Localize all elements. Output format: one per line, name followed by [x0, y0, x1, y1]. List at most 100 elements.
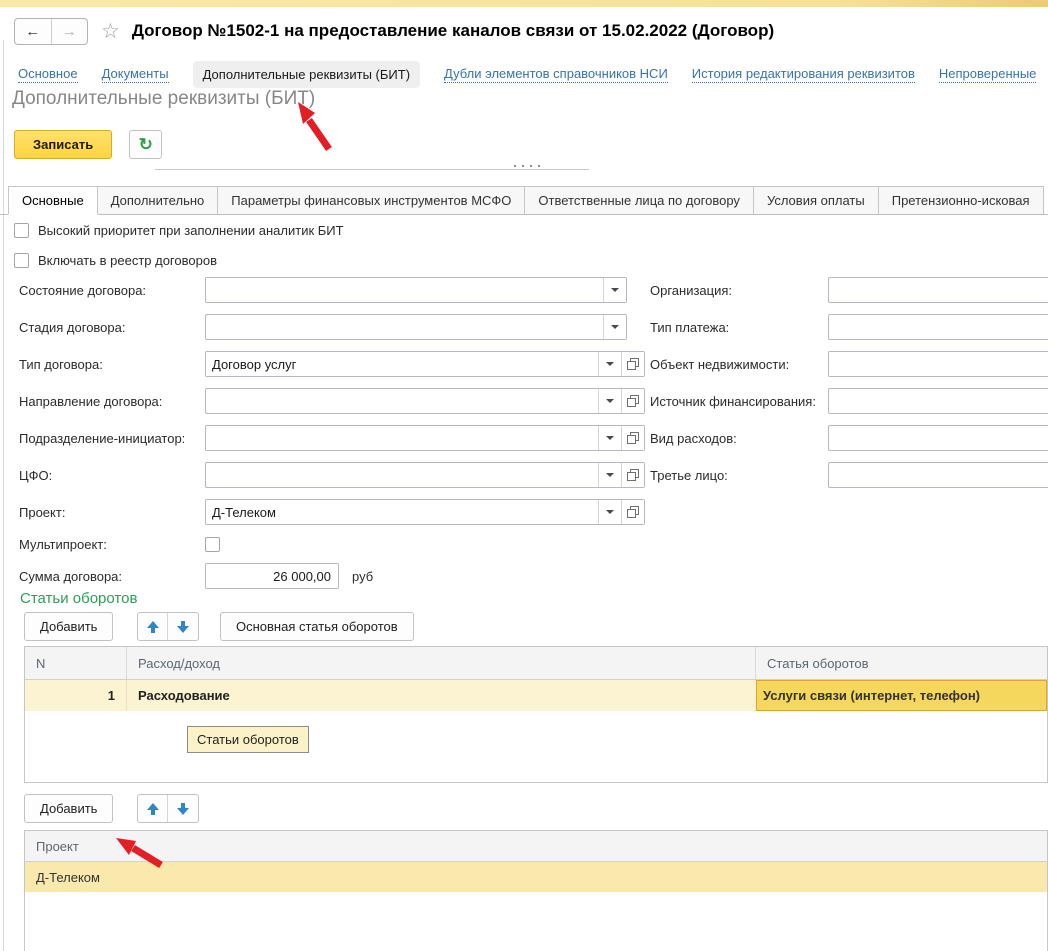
field-row-vid-rashodov: Вид расходов: — [650, 425, 1048, 451]
field-label: Источник финансирования: — [650, 394, 828, 409]
field-row-obekt: Объект недвижимости: — [650, 351, 1048, 377]
tab-pretenzionno[interactable]: Претензионно-исковая — [879, 186, 1044, 215]
nav-link-osnovnoe[interactable]: Основное — [18, 66, 78, 83]
sostoyanie-field — [205, 277, 627, 303]
column-header-article[interactable]: Статья оборотов — [756, 647, 1047, 679]
obekt-nedvizhimosti-input[interactable] — [828, 351, 1048, 377]
title-bar: ← → ☆ Договор №1502-1 на предоставление … — [14, 16, 774, 46]
projects-table-header: Проект — [25, 831, 1047, 862]
tab-osnovnye[interactable]: Основные — [8, 186, 98, 215]
open-icon — [627, 469, 639, 481]
column-header-flow[interactable]: Расход/доход — [127, 647, 756, 679]
open-button[interactable] — [621, 352, 644, 376]
tip-dogovora-input[interactable] — [206, 352, 598, 376]
up-arrow-icon — [147, 803, 159, 815]
tip-dogovora-field — [205, 351, 645, 377]
table-row[interactable]: Д-Телеком — [25, 862, 1047, 892]
open-button[interactable] — [621, 500, 644, 524]
tip-platezha-input[interactable] — [828, 314, 1048, 340]
field-label: Подразделение-инициатор: — [19, 431, 205, 446]
move-down-button[interactable] — [168, 613, 198, 640]
proekt-input[interactable] — [206, 500, 598, 524]
field-label: Направление договора: — [19, 394, 205, 409]
splitter-grip-icon[interactable] — [514, 165, 540, 167]
chevron-down-icon — [606, 510, 614, 514]
stadiya-input[interactable] — [206, 315, 603, 339]
open-icon — [627, 395, 639, 407]
podrazdelenie-input[interactable] — [206, 426, 598, 450]
field-row-multiproekt: Мультипроект: — [19, 536, 645, 552]
open-button[interactable] — [621, 426, 644, 450]
checkbox-row-registry: Включать в реестр договоров — [14, 251, 217, 269]
back-icon[interactable]: ← — [15, 19, 52, 44]
tab-otvetstvennye[interactable]: Ответственные лица по договору — [525, 186, 754, 215]
field-label: Проект: — [19, 505, 205, 520]
nav-link-dokumenty[interactable]: Документы — [102, 66, 169, 83]
priority-checkbox-label: Высокий приоритет при заполнении аналити… — [38, 223, 344, 238]
vid-rashodov-input[interactable] — [828, 425, 1048, 451]
flow-cell[interactable]: Расходование — [127, 680, 756, 711]
dropdown-button[interactable] — [603, 315, 626, 339]
main-article-button[interactable]: Основная статья оборотов — [220, 612, 414, 641]
nav-links: Основное Документы Дополнительные реквиз… — [0, 58, 1048, 90]
add-article-button[interactable]: Добавить — [24, 612, 113, 641]
checkbox-row-priority: Высокий приоритет при заполнении аналити… — [14, 221, 344, 239]
tab-usloviya-oplaty[interactable]: Условия оплаты — [754, 186, 879, 215]
forward-icon[interactable]: → — [52, 19, 88, 44]
open-button[interactable] — [621, 389, 644, 413]
dropdown-button[interactable] — [598, 352, 621, 376]
priority-checkbox[interactable] — [14, 223, 29, 238]
top-accent-strip — [0, 0, 1048, 7]
stadiya-field — [205, 314, 627, 340]
project-move-down-button[interactable] — [168, 795, 198, 822]
field-label: Состояние договора: — [19, 283, 205, 298]
save-button[interactable]: Записать — [14, 130, 112, 159]
organizaciya-input[interactable] — [828, 277, 1048, 303]
field-label: Стадия договора: — [19, 320, 205, 335]
nav-link-dubli[interactable]: Дубли элементов справочников НСИ — [444, 66, 668, 83]
napravlenie-input[interactable] — [206, 389, 598, 413]
istochnik-input[interactable] — [828, 388, 1048, 414]
open-button[interactable] — [621, 463, 644, 487]
nav-link-istoriya[interactable]: История редактирования реквизитов — [692, 66, 915, 83]
field-row-sostoyanie: Состояние договора: — [19, 277, 645, 303]
nav-link-neproverennye[interactable]: Непроверенные — [939, 66, 1037, 83]
tab-dopolnitelno[interactable]: Дополнительно — [98, 186, 219, 215]
section-heading: Дополнительные реквизиты (БИТ) — [12, 88, 315, 110]
refresh-button[interactable]: ↻ — [129, 130, 162, 159]
dropdown-button[interactable] — [598, 463, 621, 487]
table-row[interactable]: 1 Расходование Услуги связи (интернет, т… — [25, 680, 1047, 711]
dropdown-button[interactable] — [598, 500, 621, 524]
cfo-field — [205, 462, 645, 488]
dropdown-button[interactable] — [598, 426, 621, 450]
registry-checkbox[interactable] — [14, 253, 29, 268]
field-row-summa: Сумма договора: руб — [19, 563, 645, 589]
form-left-column: Состояние договора: Стадия договора: Тип… — [19, 277, 645, 589]
selected-article-cell[interactable]: Услуги связи (интернет, телефон) — [756, 680, 1047, 711]
splitter[interactable] — [155, 169, 589, 170]
open-icon — [627, 358, 639, 370]
field-label: Тип договора: — [19, 357, 205, 372]
chevron-down-icon — [606, 399, 614, 403]
trete-lico-input[interactable] — [828, 462, 1048, 488]
up-arrow-icon — [147, 621, 159, 633]
column-header-project[interactable]: Проект — [25, 831, 1047, 861]
dropdown-button[interactable] — [598, 389, 621, 413]
column-header-n[interactable]: N — [25, 647, 127, 679]
field-row-cfo: ЦФО: — [19, 462, 645, 488]
sostoyanie-input[interactable] — [206, 278, 603, 302]
dropdown-button[interactable] — [603, 278, 626, 302]
multiproject-checkbox[interactable] — [205, 537, 220, 552]
move-up-button[interactable] — [138, 613, 168, 640]
cfo-input[interactable] — [206, 463, 598, 487]
chevron-down-icon — [606, 362, 614, 366]
row-number-cell[interactable]: 1 — [25, 680, 127, 711]
nav-link-dop-rekvizity-active[interactable]: Дополнительные реквизиты (БИТ) — [193, 61, 420, 88]
down-arrow-icon — [177, 803, 189, 815]
move-updown-group — [137, 612, 199, 641]
tab-msfo[interactable]: Параметры финансовых инструментов МСФО — [218, 186, 525, 215]
amount-input[interactable] — [205, 563, 339, 589]
add-project-button[interactable]: Добавить — [24, 794, 113, 823]
favorite-star-icon[interactable]: ☆ — [101, 21, 120, 42]
project-move-up-button[interactable] — [138, 795, 168, 822]
